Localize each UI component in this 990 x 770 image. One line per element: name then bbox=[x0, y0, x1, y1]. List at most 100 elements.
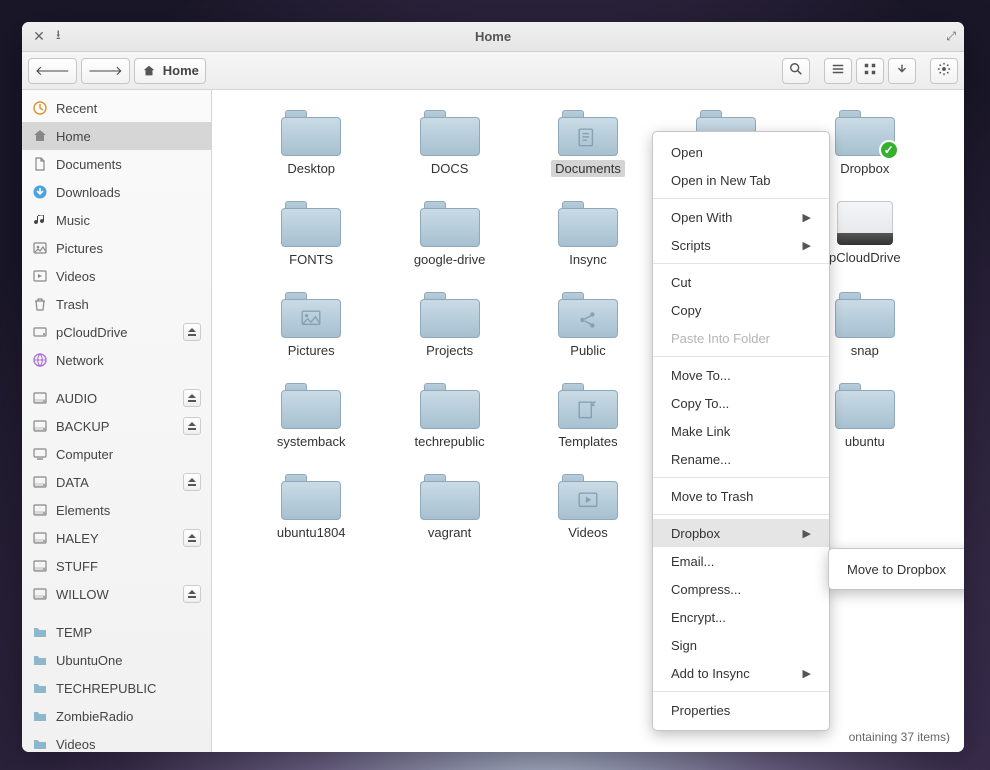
sidebar-item-pictures[interactable]: Pictures bbox=[22, 234, 211, 262]
folder-icon bbox=[32, 708, 48, 724]
sidebar-item-audio[interactable]: AUDIO bbox=[22, 384, 211, 412]
ctx-item-email-[interactable]: Email... bbox=[653, 547, 829, 575]
ctx-item-label: Scripts bbox=[671, 238, 711, 253]
sidebar-item-data[interactable]: DATA bbox=[22, 468, 211, 496]
ctx-sub-item-move-to-dropbox[interactable]: Move to Dropbox bbox=[829, 555, 964, 583]
sidebar-item-zombieradio[interactable]: ZombieRadio bbox=[22, 702, 211, 730]
ctx-item-rename-[interactable]: Rename... bbox=[653, 445, 829, 473]
ctx-item-open-with[interactable]: Open With▶ bbox=[653, 203, 829, 231]
titlebar: ✕ ⭳ Home ⤢ bbox=[22, 22, 964, 52]
ctx-item-dropbox[interactable]: Dropbox▶ bbox=[653, 519, 829, 547]
sidebar-item-ubuntuone[interactable]: UbuntuOne bbox=[22, 646, 211, 674]
ctx-item-cut[interactable]: Cut bbox=[653, 268, 829, 296]
ctx-item-open-in-new-tab[interactable]: Open in New Tab bbox=[653, 166, 829, 194]
eject-button[interactable] bbox=[183, 473, 201, 491]
sidebar-item-pclouddrive[interactable]: pCloudDrive bbox=[22, 318, 211, 346]
file-label: Projects bbox=[422, 342, 477, 359]
sidebar-item-label: AUDIO bbox=[56, 391, 97, 406]
sidebar-item-home[interactable]: Home bbox=[22, 122, 211, 150]
ctx-item-move-to-trash[interactable]: Move to Trash bbox=[653, 482, 829, 510]
file-item-templates[interactable]: Templates bbox=[519, 383, 657, 450]
ctx-item-copy[interactable]: Copy bbox=[653, 296, 829, 324]
sidebar-item-music[interactable]: Music bbox=[22, 206, 211, 234]
chevron-right-icon: ▶ bbox=[803, 239, 811, 252]
ctx-item-make-link[interactable]: Make Link bbox=[653, 417, 829, 445]
file-item-insync[interactable]: Insync bbox=[519, 201, 657, 268]
view-list-button[interactable] bbox=[824, 58, 852, 84]
sidebar-item-label: STUFF bbox=[56, 559, 98, 574]
file-item-desktop[interactable]: Desktop bbox=[242, 110, 380, 177]
view-grid-button[interactable] bbox=[856, 58, 884, 84]
music-icon bbox=[32, 212, 48, 228]
sidebar-item-downloads[interactable]: Downloads bbox=[22, 178, 211, 206]
file-grid-area[interactable]: DesktopDOCSDocumentsDownloads✓DropboxFON… bbox=[212, 90, 964, 752]
sidebar-item-videos[interactable]: Videos bbox=[22, 262, 211, 290]
file-item-google-drive[interactable]: google-drive bbox=[380, 201, 518, 268]
eject-button[interactable] bbox=[183, 529, 201, 547]
eject-button[interactable] bbox=[183, 585, 201, 603]
file-item-public[interactable]: Public bbox=[519, 292, 657, 359]
sidebar-item-recent[interactable]: Recent bbox=[22, 94, 211, 122]
ctx-item-move-to-[interactable]: Move To... bbox=[653, 361, 829, 389]
sidebar-item-documents[interactable]: Documents bbox=[22, 150, 211, 178]
nav-back-button[interactable]: 🡐 bbox=[28, 58, 77, 84]
ctx-item-compress-[interactable]: Compress... bbox=[653, 575, 829, 603]
file-item-fonts[interactable]: FONTS bbox=[242, 201, 380, 268]
ctx-item-sign[interactable]: Sign bbox=[653, 631, 829, 659]
sidebar-item-network[interactable]: Network bbox=[22, 346, 211, 374]
eject-button[interactable] bbox=[183, 323, 201, 341]
sidebar-item-label: Downloads bbox=[56, 185, 120, 200]
sidebar-item-label: TEMP bbox=[56, 625, 92, 640]
search-button[interactable] bbox=[782, 58, 810, 84]
file-item-docs[interactable]: DOCS bbox=[380, 110, 518, 177]
sidebar-item-elements[interactable]: Elements bbox=[22, 496, 211, 524]
sidebar-item-backup[interactable]: BACKUP bbox=[22, 412, 211, 440]
ctx-item-label: Copy bbox=[671, 303, 701, 318]
close-button[interactable]: ✕ bbox=[30, 28, 48, 46]
file-item-documents[interactable]: Documents bbox=[519, 110, 657, 177]
settings-button[interactable] bbox=[930, 58, 958, 84]
folder-icon bbox=[558, 292, 618, 338]
sidebar-item-label: Trash bbox=[56, 297, 89, 312]
file-item-systemback[interactable]: systemback bbox=[242, 383, 380, 450]
ctx-item-open[interactable]: Open bbox=[653, 138, 829, 166]
ctx-item-label: Compress... bbox=[671, 582, 741, 597]
sidebar-item-stuff[interactable]: STUFF bbox=[22, 552, 211, 580]
ctx-item-copy-to-[interactable]: Copy To... bbox=[653, 389, 829, 417]
eject-button[interactable] bbox=[183, 389, 201, 407]
ctx-item-label: Properties bbox=[671, 703, 730, 718]
minimize-button[interactable]: ⭳ bbox=[56, 26, 61, 48]
search-icon bbox=[789, 62, 803, 79]
sidebar-item-label: Network bbox=[56, 353, 104, 368]
sidebar-item-willow[interactable]: WILLOW bbox=[22, 580, 211, 608]
folder-icon bbox=[558, 383, 618, 429]
file-item-ubuntu1804[interactable]: ubuntu1804 bbox=[242, 474, 380, 541]
ctx-item-encrypt-[interactable]: Encrypt... bbox=[653, 603, 829, 631]
nav-forward-button[interactable]: 🡒 bbox=[81, 58, 130, 84]
file-item-projects[interactable]: Projects bbox=[380, 292, 518, 359]
sidebar-item-label: pCloudDrive bbox=[56, 325, 128, 340]
folder-icon bbox=[558, 110, 618, 156]
sidebar-item-haley[interactable]: HALEY bbox=[22, 524, 211, 552]
ctx-item-add-to-insync[interactable]: Add to Insync▶ bbox=[653, 659, 829, 687]
view-dropdown-button[interactable] bbox=[888, 58, 916, 84]
file-label: google-drive bbox=[410, 251, 490, 268]
sidebar-item-computer[interactable]: Computer bbox=[22, 440, 211, 468]
file-item-vagrant[interactable]: vagrant bbox=[380, 474, 518, 541]
chevron-right-icon: ▶ bbox=[803, 667, 811, 680]
path-home-button[interactable]: Home bbox=[134, 58, 206, 84]
ctx-item-properties[interactable]: Properties bbox=[653, 696, 829, 724]
ctx-item-label: Dropbox bbox=[671, 526, 720, 541]
dropdown-icon bbox=[895, 62, 909, 79]
sidebar-item-techrepublic[interactable]: TECHREPUBLIC bbox=[22, 674, 211, 702]
eject-button[interactable] bbox=[183, 417, 201, 435]
ctx-item-scripts[interactable]: Scripts ▶ bbox=[653, 231, 829, 259]
sidebar-item-temp[interactable]: TEMP bbox=[22, 618, 211, 646]
sidebar-item-videos[interactable]: Videos bbox=[22, 730, 211, 752]
sidebar-item-trash[interactable]: Trash bbox=[22, 290, 211, 318]
file-item-videos[interactable]: Videos bbox=[519, 474, 657, 541]
file-item-pictures[interactable]: Pictures bbox=[242, 292, 380, 359]
file-item-techrepublic[interactable]: techrepublic bbox=[380, 383, 518, 450]
maximize-button[interactable]: ⤢ bbox=[946, 29, 956, 44]
folder-icon bbox=[558, 201, 618, 247]
